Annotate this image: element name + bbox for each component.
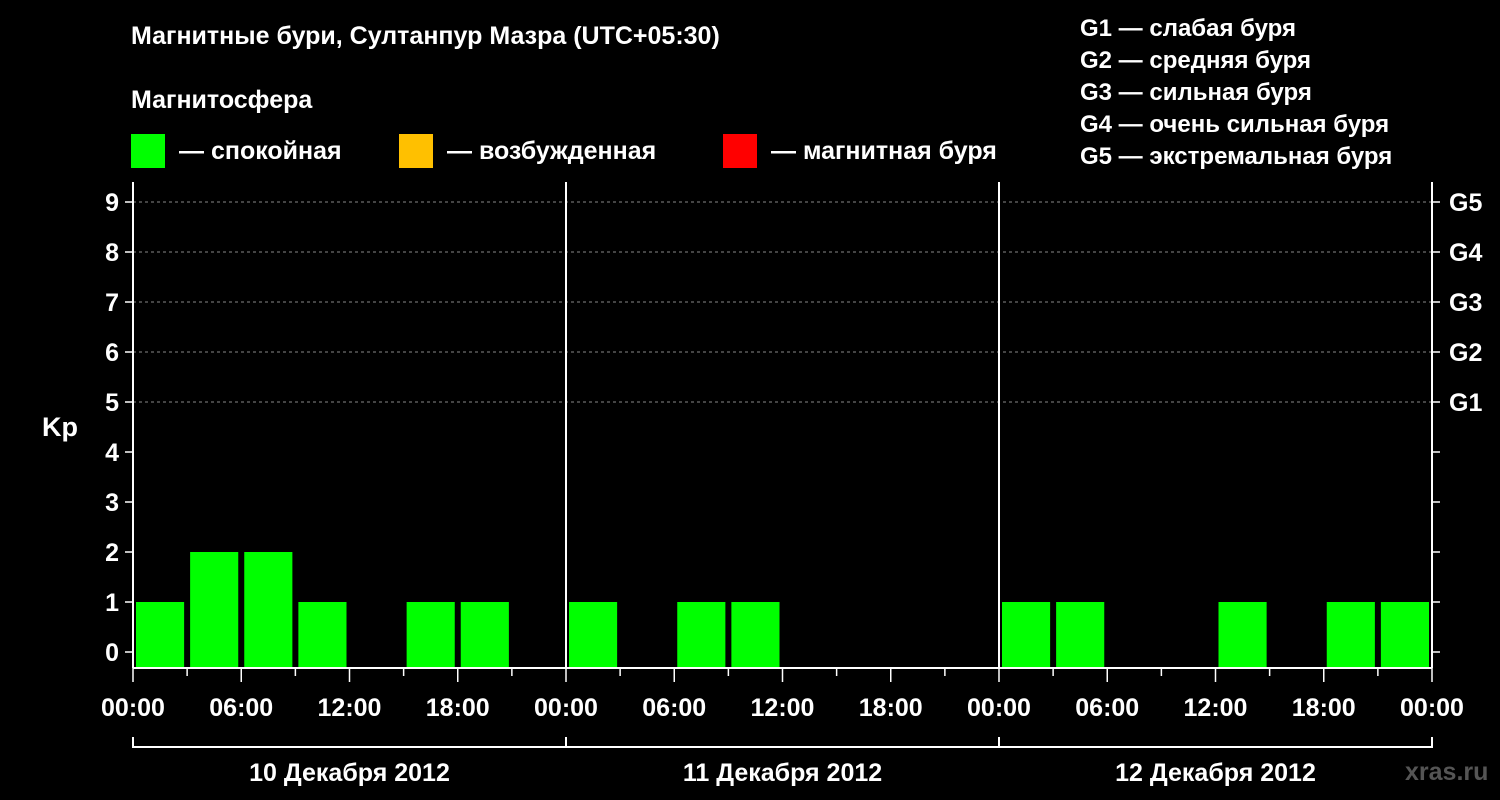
y-tick-label: 4 — [105, 439, 119, 467]
kp-bar — [244, 552, 293, 668]
kp-bar — [1056, 602, 1105, 668]
x-tick-label: 06:00 — [642, 694, 706, 722]
y-tick-label: 8 — [105, 239, 119, 267]
kp-bar — [569, 602, 618, 668]
x-tick-label: 00:00 — [534, 694, 598, 722]
kp-bar — [1218, 602, 1267, 668]
x-tick-label: 12:00 — [751, 694, 815, 722]
kp-bar — [1002, 602, 1051, 668]
x-tick-label: 18:00 — [859, 694, 923, 722]
day-label: 11 Декабря 2012 — [683, 759, 882, 787]
x-tick-label: 18:00 — [1292, 694, 1356, 722]
x-tick-label: 12:00 — [318, 694, 382, 722]
kp-bar — [136, 602, 185, 668]
g-level-tick-label: G2 — [1449, 339, 1482, 367]
kp-bar — [460, 602, 509, 668]
y-tick-label: 2 — [105, 539, 119, 567]
kp-bar — [677, 602, 726, 668]
x-tick-label: 12:00 — [1184, 694, 1248, 722]
day-label: 12 Декабря 2012 — [1115, 759, 1316, 787]
x-tick-label: 00:00 — [1400, 694, 1464, 722]
source-watermark: xras.ru — [1405, 758, 1489, 786]
kp-bar — [298, 602, 347, 668]
kp-chart: 0 1 2 3 4 5 6 7 8 9 G1 G2 G3 G4 G5 00:00 06:00 12:00 18:00… — [101, 182, 1482, 787]
y-tick-label: 3 — [105, 489, 119, 517]
kp-bar — [1326, 602, 1375, 668]
day-label: 10 Декабря 2012 — [249, 759, 450, 787]
kp-bar — [190, 552, 239, 668]
y-tick-label: 6 — [105, 339, 119, 367]
g-level-tick-label: G1 — [1449, 389, 1482, 417]
y-tick-label: 7 — [105, 289, 119, 317]
g-level-tick-label: G5 — [1449, 189, 1482, 217]
x-tick-label: 00:00 — [967, 694, 1031, 722]
g-level-tick-label: G4 — [1449, 239, 1482, 267]
g-level-tick-label: G3 — [1449, 289, 1482, 317]
x-tick-label: 18:00 — [426, 694, 490, 722]
y-tick-label: 9 — [105, 189, 119, 217]
kp-bar — [406, 602, 455, 668]
x-tick-label: 06:00 — [1075, 694, 1139, 722]
y-tick-label: 1 — [105, 589, 119, 617]
kp-bar — [1380, 602, 1429, 668]
x-tick-label: 00:00 — [101, 694, 165, 722]
y-tick-label: 0 — [105, 639, 119, 667]
kp-bar — [731, 602, 780, 668]
x-tick-label: 06:00 — [209, 694, 273, 722]
y-tick-label: 5 — [105, 389, 119, 417]
